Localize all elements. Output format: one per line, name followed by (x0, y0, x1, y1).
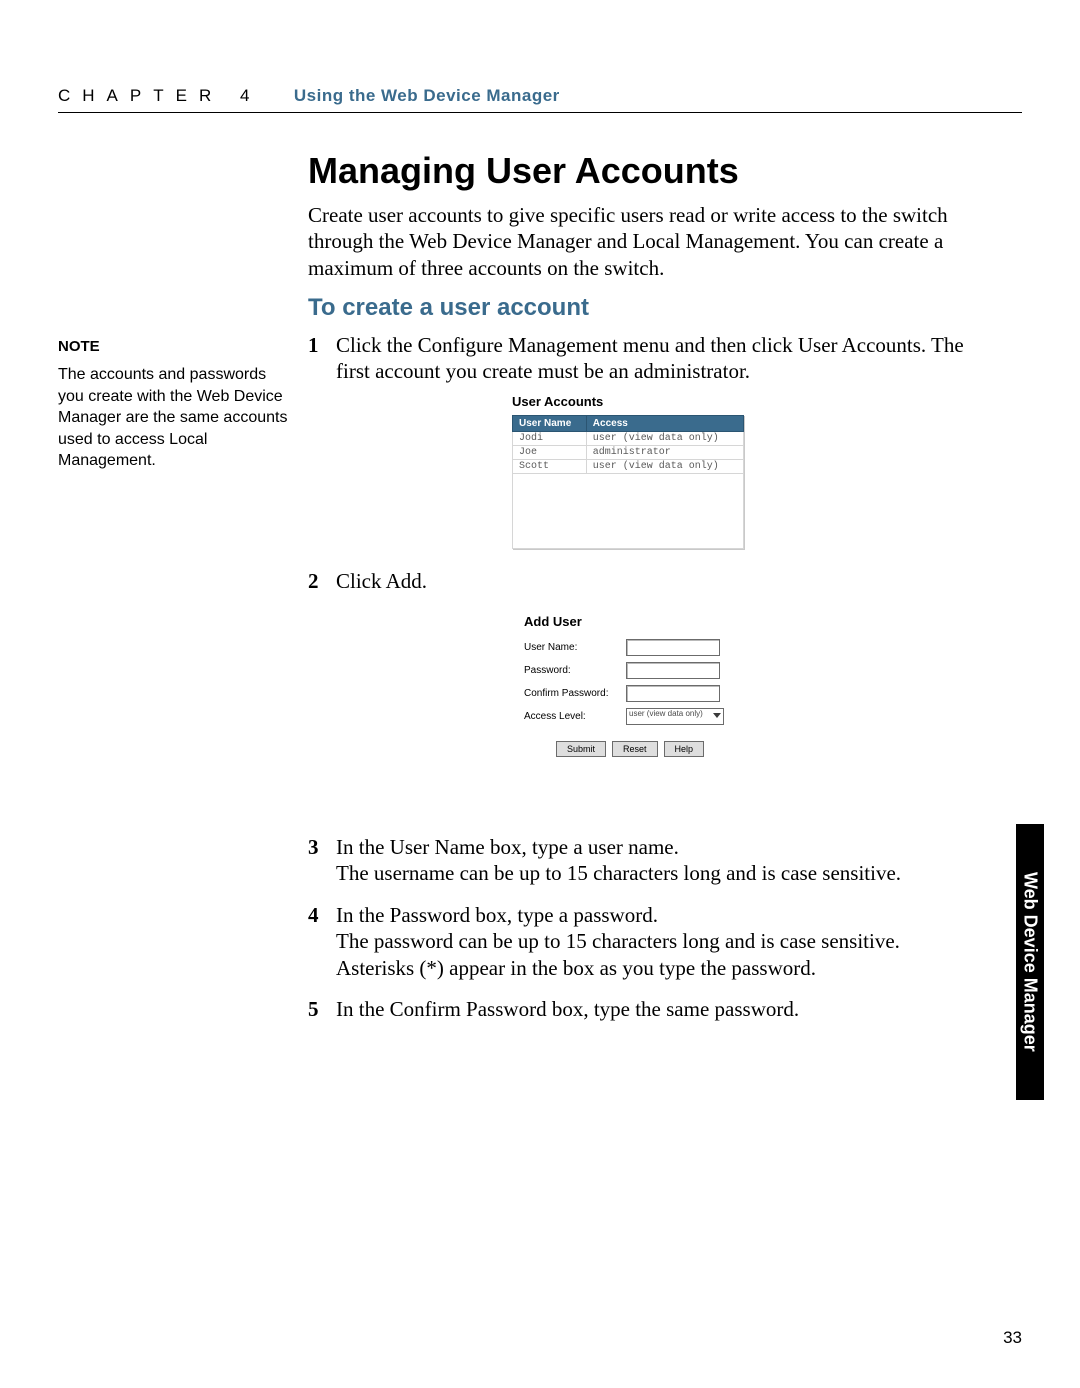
table-row: Scott user (view data only) (513, 460, 744, 474)
shot1-title: User Accounts (512, 394, 744, 409)
step-text: In the User Name box, type a user name. … (336, 834, 968, 887)
section-heading: To create a user account (308, 294, 589, 322)
intro-paragraph: Create user accounts to give specific us… (308, 202, 968, 281)
step-2: 2 Click Add. (308, 568, 968, 594)
screenshot-user-accounts: User Accounts User Name Access Jodi user… (512, 394, 744, 549)
step-text: Click the Configure Management menu and … (336, 332, 968, 385)
cell-access: administrator (586, 446, 743, 460)
cell-user: Jodi (513, 432, 587, 446)
note-body: The accounts and passwords you create wi… (58, 364, 290, 472)
col-user-name: User Name (513, 416, 587, 432)
step-number: 3 (308, 834, 319, 860)
reset-button[interactable]: Reset (612, 741, 658, 757)
cell-user: Joe (513, 446, 587, 460)
cell-access: user (view data only) (586, 432, 743, 446)
step-number: 5 (308, 996, 319, 1022)
shot2-title: Add User (524, 614, 736, 629)
step-number: 4 (308, 902, 319, 928)
table-row: Jodi user (view data only) (513, 432, 744, 446)
table-row (513, 474, 744, 549)
label-user-name: User Name: (524, 642, 626, 653)
step-text: In the Confirm Password box, type the sa… (336, 996, 968, 1022)
submit-button[interactable]: Submit (556, 741, 606, 757)
cell-access: user (view data only) (586, 460, 743, 474)
step-text: Click Add. (336, 568, 968, 594)
user-name-input[interactable] (626, 639, 720, 656)
help-button[interactable]: Help (664, 741, 705, 757)
col-access: Access (586, 416, 743, 432)
confirm-password-input[interactable] (626, 685, 720, 702)
step-3: 3 In the User Name box, type a user name… (308, 834, 968, 887)
label-confirm-password: Confirm Password: (524, 688, 626, 699)
user-accounts-table: User Name Access Jodi user (view data on… (512, 415, 744, 549)
page-number: 33 (1003, 1328, 1022, 1348)
page-title: Managing User Accounts (308, 150, 739, 192)
running-header: CHAPTER 4 Using the Web Device Manager (58, 86, 1022, 113)
password-input[interactable] (626, 662, 720, 679)
label-password: Password: (524, 665, 626, 676)
chapter-label: CHAPTER 4 (58, 86, 261, 105)
step-5: 5 In the Confirm Password box, type the … (308, 996, 968, 1022)
table-row: Joe administrator (513, 446, 744, 460)
step-text: In the Password box, type a password. Th… (336, 902, 968, 981)
note-heading: NOTE (58, 338, 100, 355)
access-level-select[interactable]: user (view data only) (626, 708, 724, 725)
chapter-title: Using the Web Device Manager (294, 86, 560, 105)
step-number: 1 (308, 332, 319, 358)
side-tab: Web Device Manager (1016, 824, 1044, 1100)
label-access-level: Access Level: (524, 711, 626, 722)
cell-user: Scott (513, 460, 587, 474)
screenshot-add-user: Add User User Name: Password: Confirm Pa… (524, 614, 736, 757)
step-4: 4 In the Password box, type a password. … (308, 902, 968, 981)
step-number: 2 (308, 568, 319, 594)
step-1: 1 Click the Configure Management menu an… (308, 332, 968, 385)
